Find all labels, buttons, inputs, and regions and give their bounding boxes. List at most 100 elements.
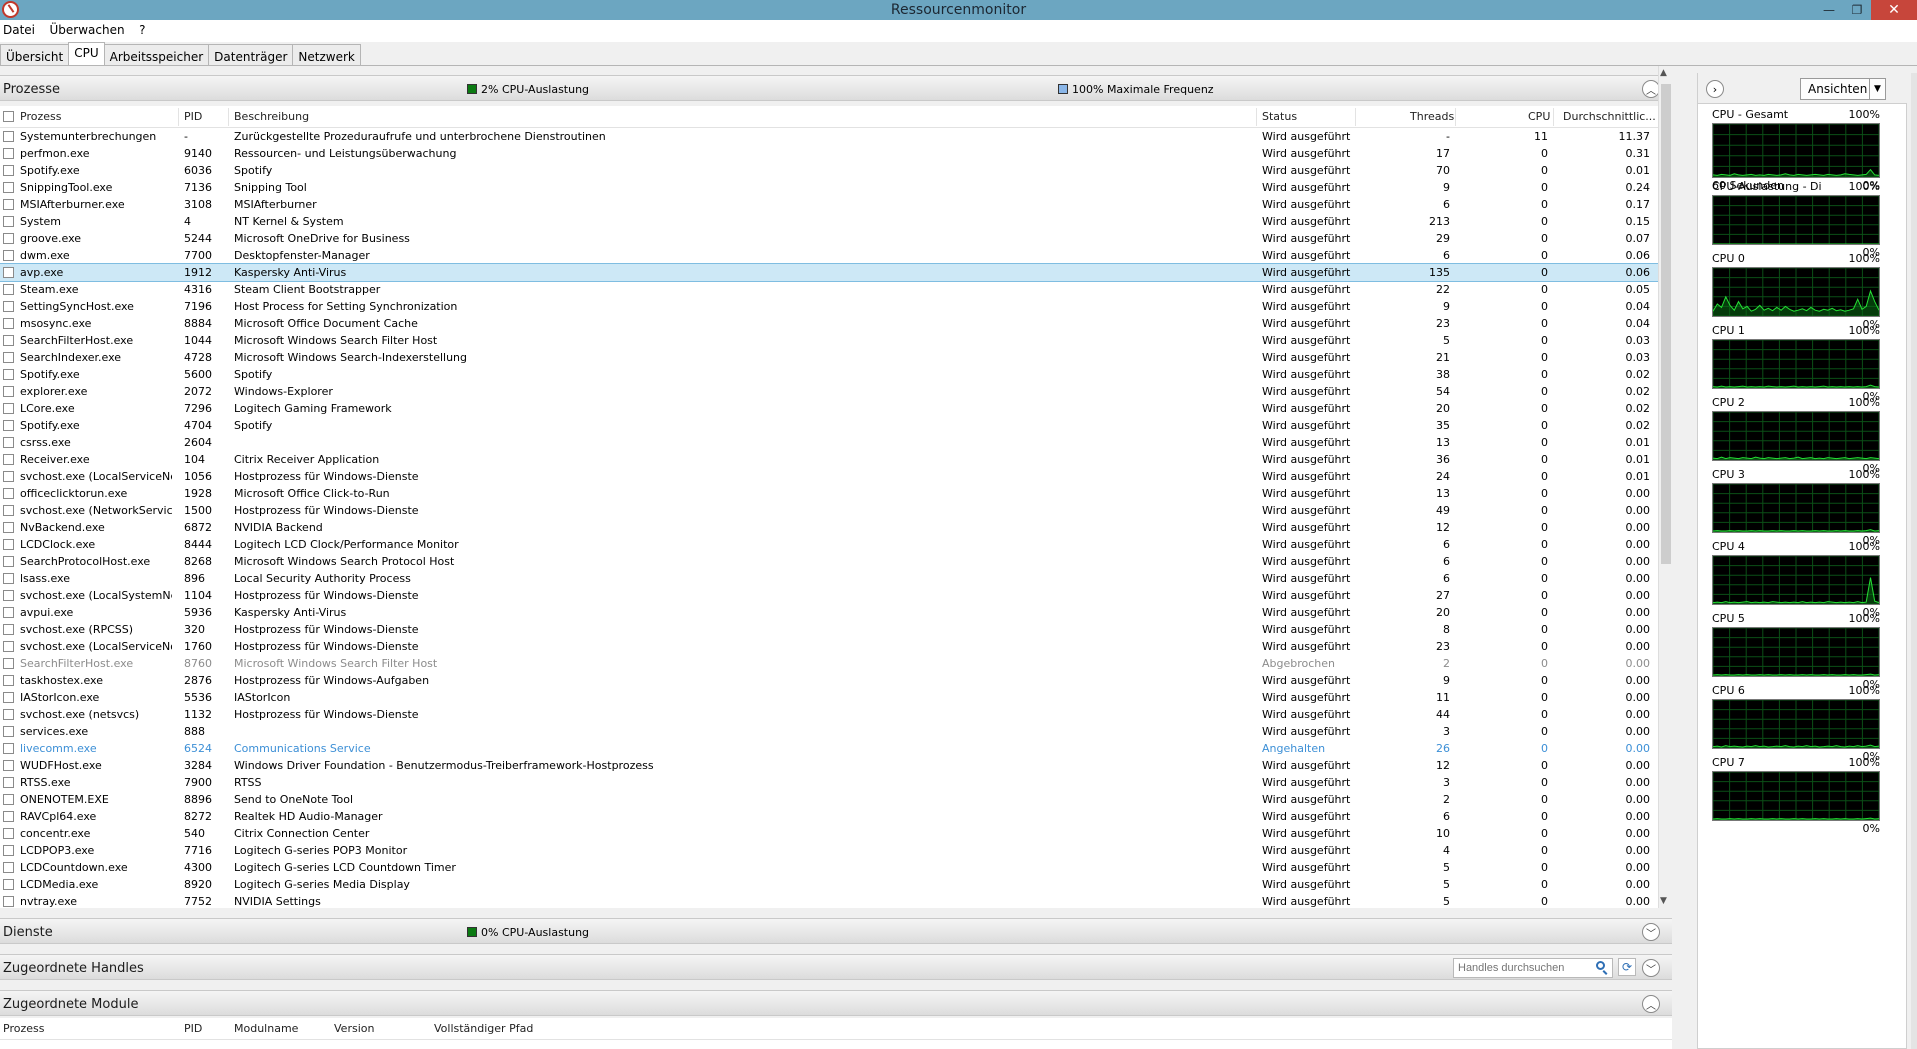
column-divider[interactable] xyxy=(1256,108,1257,126)
row-checkbox[interactable] xyxy=(3,522,14,533)
row-checkbox[interactable] xyxy=(3,182,14,193)
table-row[interactable]: svchost.exe (LocalServiceNet... 1056 Hostp… xyxy=(0,468,1658,485)
table-row[interactable]: officeclicktorun.exe 1928 Microsoft Office… xyxy=(0,485,1658,502)
row-checkbox[interactable] xyxy=(3,284,14,295)
expand-handles-button[interactable]: ﹀ xyxy=(1642,959,1660,977)
column-header-cpu[interactable]: CPU xyxy=(1528,110,1550,123)
module-column-prozess[interactable]: Prozess xyxy=(3,1022,44,1035)
row-checkbox[interactable] xyxy=(3,318,14,329)
column-divider[interactable] xyxy=(178,108,179,126)
row-checkbox[interactable] xyxy=(3,403,14,414)
row-checkbox[interactable] xyxy=(3,794,14,805)
row-checkbox[interactable] xyxy=(3,590,14,601)
handles-search-input[interactable] xyxy=(1453,958,1613,978)
table-row[interactable]: nvtray.exe 7752 NVIDIA Settings Wird ausgef… xyxy=(0,893,1658,908)
module-column-version[interactable]: Version xyxy=(334,1022,374,1035)
table-row[interactable]: avp.exe 1912 Kaspersky Anti-Virus Wird ausg… xyxy=(0,263,1658,282)
tab-cpu[interactable]: CPU xyxy=(68,42,105,66)
table-row[interactable]: concentr.exe 540 Citrix Connection Center W… xyxy=(0,825,1658,842)
row-checkbox[interactable] xyxy=(3,709,14,720)
row-checkbox[interactable] xyxy=(3,641,14,652)
search-icon[interactable] xyxy=(1596,961,1605,970)
row-checkbox[interactable] xyxy=(3,896,14,907)
table-row[interactable]: SearchFilterHost.exe 8760 Microsoft Window… xyxy=(0,655,1658,672)
row-checkbox[interactable] xyxy=(3,607,14,618)
row-checkbox[interactable] xyxy=(3,420,14,431)
table-row[interactable]: svchost.exe (LocalSystemNet... 1104 Hostpr… xyxy=(0,587,1658,604)
row-checkbox[interactable] xyxy=(3,335,14,346)
table-row[interactable]: lsass.exe 896 Local Security Authority Pro… xyxy=(0,570,1658,587)
row-checkbox[interactable] xyxy=(3,301,14,312)
table-row[interactable]: svchost.exe (NetworkService) 1500 Hostproz… xyxy=(0,502,1658,519)
row-checkbox[interactable] xyxy=(3,488,14,499)
column-header-prozess[interactable]: Prozess xyxy=(20,110,61,123)
table-row[interactable]: svchost.exe (LocalServiceNo... 1760 Hostpr… xyxy=(0,638,1658,655)
column-header-beschreibung[interactable]: Beschreibung xyxy=(234,110,309,123)
row-checkbox[interactable] xyxy=(3,131,14,142)
tab-netzwerk[interactable]: Netzwerk xyxy=(292,44,361,66)
row-checkbox[interactable] xyxy=(3,199,14,210)
row-checkbox[interactable] xyxy=(3,760,14,771)
row-checkbox[interactable] xyxy=(3,675,14,686)
table-row[interactable]: WUDFHost.exe 3284 Windows Driver Foundatio… xyxy=(0,757,1658,774)
table-row[interactable]: System 4 NT Kernel & System Wird ausgeführt… xyxy=(0,213,1658,230)
row-checkbox[interactable] xyxy=(3,624,14,635)
views-dropdown[interactable]: Ansichten ▼ xyxy=(1800,78,1886,100)
table-row[interactable]: svchost.exe (netsvcs) 1132 Hostprozess für… xyxy=(0,706,1658,723)
table-row[interactable]: NvBackend.exe 6872 NVIDIA Backend Wird ausg… xyxy=(0,519,1658,536)
table-row[interactable]: RTSS.exe 7900 RTSS Wird ausgeführt 3 0 0.00 xyxy=(0,774,1658,791)
restore-button[interactable]: ❐ xyxy=(1843,0,1871,20)
row-checkbox[interactable] xyxy=(3,556,14,567)
scrollbar-thumb[interactable] xyxy=(1661,84,1671,564)
table-row[interactable]: SearchIndexer.exe 4728 Microsoft Windows S… xyxy=(0,349,1658,366)
row-checkbox[interactable] xyxy=(3,845,14,856)
column-divider[interactable] xyxy=(1355,108,1356,126)
row-checkbox[interactable] xyxy=(3,539,14,550)
row-checkbox[interactable] xyxy=(3,471,14,482)
table-row[interactable]: MSIAfterburner.exe 3108 MSIAfterburner Wird… xyxy=(0,196,1658,213)
scroll-down-arrow[interactable]: ▼ xyxy=(1660,896,1667,906)
scroll-up-arrow[interactable]: ▲ xyxy=(1660,68,1667,78)
table-row[interactable]: SearchProtocolHost.exe 8268 Microsoft Wind… xyxy=(0,553,1658,570)
row-checkbox[interactable] xyxy=(3,386,14,397)
close-button[interactable]: ✕ xyxy=(1871,0,1917,20)
table-row[interactable]: csrss.exe 2604 Wird ausgeführt 13 0 0.01 xyxy=(0,434,1658,451)
row-checkbox[interactable] xyxy=(3,437,14,448)
select-all-checkbox[interactable] xyxy=(3,111,14,122)
table-row[interactable]: Receiver.exe 104 Citrix Receiver Applicati… xyxy=(0,451,1658,468)
row-checkbox[interactable] xyxy=(3,369,14,380)
column-divider[interactable] xyxy=(1553,108,1554,126)
row-checkbox[interactable] xyxy=(3,148,14,159)
refresh-icon[interactable]: ⟳ xyxy=(1618,958,1636,976)
row-checkbox[interactable] xyxy=(3,165,14,176)
column-header-pid[interactable]: PID xyxy=(184,110,202,123)
table-row[interactable]: msosync.exe 8884 Microsoft Office Document… xyxy=(0,315,1658,332)
expand-services-button[interactable]: ﹀ xyxy=(1642,923,1660,941)
handles-section-header[interactable]: Zugeordnete Handles ⟳ ﹀ xyxy=(0,954,1672,980)
column-header-durchschnitt[interactable]: Durchschnittlic... xyxy=(1563,110,1656,123)
row-checkbox[interactable] xyxy=(3,573,14,584)
column-header-threads[interactable]: Threads xyxy=(1410,110,1454,123)
row-checkbox[interactable] xyxy=(3,250,14,261)
table-row[interactable]: groove.exe 5244 Microsoft OneDrive for Bus… xyxy=(0,230,1658,247)
table-row[interactable]: SearchFilterHost.exe 1044 Microsoft Window… xyxy=(0,332,1658,349)
table-row[interactable]: LCDPOP3.exe 7716 Logitech G-series POP3 Mo… xyxy=(0,842,1658,859)
processes-section-header[interactable]: Prozesse 2% CPU-Auslastung 100% Maximale… xyxy=(0,75,1672,101)
table-row[interactable]: perfmon.exe 9140 Ressourcen- und Leistungs… xyxy=(0,145,1658,162)
table-row[interactable]: SettingSyncHost.exe 7196 Host Process for … xyxy=(0,298,1658,315)
row-checkbox[interactable] xyxy=(3,828,14,839)
table-row[interactable]: Spotify.exe 6036 Spotify Wird ausgeführt 70 0… xyxy=(0,162,1658,179)
table-row[interactable]: Spotify.exe 5600 Spotify Wird ausgeführt 38 0… xyxy=(0,366,1658,383)
services-section-header[interactable]: Dienste 0% CPU-Auslastung ﹀ xyxy=(0,918,1672,944)
menu-ueberwachen[interactable]: Überwachen xyxy=(47,20,125,37)
row-checkbox[interactable] xyxy=(3,862,14,873)
menu-datei[interactable]: Datei xyxy=(0,20,35,37)
modules-section-header[interactable]: Zugeordnete Module ︿ xyxy=(0,990,1672,1016)
table-row[interactable]: RAVCpl64.exe 8272 Realtek HD Audio-Manager… xyxy=(0,808,1658,825)
module-column-modulname[interactable]: Modulname xyxy=(234,1022,298,1035)
column-divider[interactable] xyxy=(228,108,229,126)
table-row[interactable]: SnippingTool.exe 7136 Snipping Tool Wird au… xyxy=(0,179,1658,196)
row-checkbox[interactable] xyxy=(3,777,14,788)
row-checkbox[interactable] xyxy=(3,811,14,822)
table-row[interactable]: Steam.exe 4316 Steam Client Bootstrapper Wi… xyxy=(0,281,1658,298)
